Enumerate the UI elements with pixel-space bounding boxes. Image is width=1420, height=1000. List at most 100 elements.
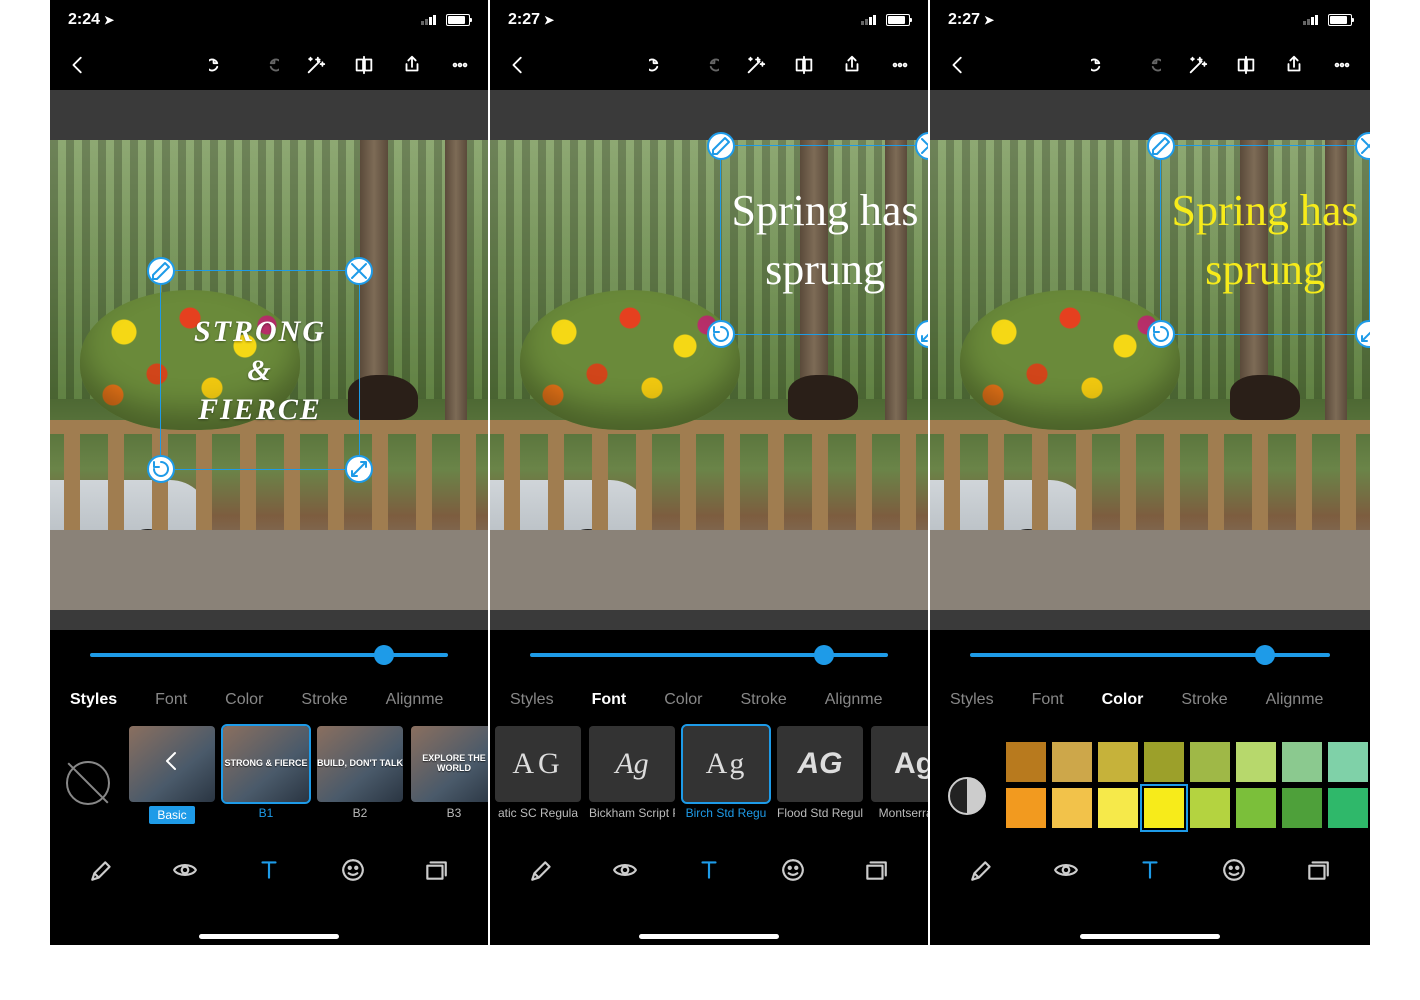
slider-thumb[interactable] — [374, 645, 394, 665]
color-swatch[interactable] — [1144, 742, 1184, 782]
tab-alignme[interactable]: Alignme — [825, 691, 883, 709]
resize-text-handle[interactable] — [915, 320, 930, 348]
rotate-text-handle[interactable] — [147, 455, 175, 483]
redo-button[interactable] — [696, 53, 720, 77]
auto-enhance-button[interactable] — [1186, 53, 1210, 77]
layers-tool-button[interactable] — [1304, 856, 1332, 884]
heal-tool-button[interactable] — [528, 856, 556, 884]
color-swatch[interactable] — [1328, 788, 1368, 828]
compare-button[interactable] — [792, 53, 816, 77]
color-picker-button[interactable] — [948, 777, 986, 815]
slider-thumb[interactable] — [1255, 645, 1275, 665]
size-slider[interactable] — [530, 653, 888, 657]
blemish-tool-button[interactable] — [1220, 856, 1248, 884]
color-swatch[interactable] — [1098, 742, 1138, 782]
back-button[interactable] — [66, 53, 90, 77]
auto-enhance-button[interactable] — [744, 53, 768, 77]
color-swatch[interactable] — [1098, 788, 1138, 828]
overlay-text[interactable]: STRONG&FIERCE — [161, 271, 359, 469]
tab-alignme[interactable]: Alignme — [1266, 691, 1324, 709]
tab-styles[interactable]: Styles — [70, 691, 117, 709]
eye-tool-button[interactable] — [1052, 856, 1080, 884]
color-swatch[interactable] — [1144, 788, 1184, 828]
color-swatch[interactable] — [1006, 742, 1046, 782]
font-option[interactable]: Ag Montserrat M — [870, 726, 928, 820]
back-button[interactable] — [946, 53, 970, 77]
undo-button[interactable] — [208, 53, 232, 77]
edit-text-handle[interactable] — [1147, 132, 1175, 160]
more-button[interactable] — [888, 53, 912, 77]
undo-button[interactable] — [648, 53, 672, 77]
back-button[interactable] — [506, 53, 530, 77]
tab-styles[interactable]: Styles — [950, 691, 994, 709]
compare-button[interactable] — [352, 53, 376, 77]
share-button[interactable] — [400, 53, 424, 77]
rotate-text-handle[interactable] — [1147, 320, 1175, 348]
font-option[interactable]: Ag Bickham Script P — [588, 726, 676, 820]
delete-text-handle[interactable] — [1355, 132, 1370, 160]
home-indicator[interactable] — [199, 934, 339, 939]
blemish-tool-button[interactable] — [339, 856, 367, 884]
font-option[interactable]: Ag Birch Std Regu — [682, 726, 770, 820]
share-button[interactable] — [840, 53, 864, 77]
color-swatch[interactable] — [1052, 788, 1092, 828]
size-slider[interactable] — [90, 653, 448, 657]
blemish-tool-button[interactable] — [779, 856, 807, 884]
style-option[interactable]: Basic — [128, 726, 216, 824]
size-slider[interactable] — [970, 653, 1330, 657]
color-swatch[interactable] — [1190, 742, 1230, 782]
slider-thumb[interactable] — [814, 645, 834, 665]
color-swatch[interactable] — [1006, 788, 1046, 828]
overlay-text[interactable]: Spring hassprung — [721, 146, 929, 334]
more-button[interactable] — [448, 53, 472, 77]
more-button[interactable] — [1330, 53, 1354, 77]
edit-text-handle[interactable] — [147, 257, 175, 285]
no-style-button[interactable] — [66, 761, 110, 805]
resize-text-handle[interactable] — [1355, 320, 1370, 348]
delete-text-handle[interactable] — [915, 132, 930, 160]
text-selection-box[interactable]: Spring hassprung — [720, 145, 930, 335]
overlay-text[interactable]: Spring hassprung — [1161, 146, 1369, 334]
color-swatch[interactable] — [1282, 788, 1322, 828]
tab-styles[interactable]: Styles — [510, 691, 554, 709]
tab-font[interactable]: Font — [155, 691, 187, 709]
tab-stroke[interactable]: Stroke — [301, 691, 347, 709]
rotate-text-handle[interactable] — [707, 320, 735, 348]
home-indicator[interactable] — [639, 934, 779, 939]
share-button[interactable] — [1282, 53, 1306, 77]
tab-font[interactable]: Font — [1032, 691, 1064, 709]
text-tool-button[interactable] — [1136, 856, 1164, 884]
text-tool-button[interactable] — [255, 856, 283, 884]
eye-tool-button[interactable] — [171, 856, 199, 884]
style-option[interactable]: EXPLORE THE WORLD B3 — [410, 726, 488, 820]
delete-text-handle[interactable] — [345, 257, 373, 285]
style-option[interactable]: BUILD, DON'T TALK B2 — [316, 726, 404, 820]
font-option[interactable]: AG Flood Std Regula — [776, 726, 864, 820]
edit-text-handle[interactable] — [707, 132, 735, 160]
undo-button[interactable] — [1090, 53, 1114, 77]
resize-text-handle[interactable] — [345, 455, 373, 483]
style-option[interactable]: STRONG & FIERCE B1 — [222, 726, 310, 820]
tab-font[interactable]: Font — [592, 691, 627, 709]
eye-tool-button[interactable] — [611, 856, 639, 884]
text-tool-button[interactable] — [695, 856, 723, 884]
tab-stroke[interactable]: Stroke — [1181, 691, 1227, 709]
color-swatch[interactable] — [1236, 742, 1276, 782]
tab-color[interactable]: Color — [1102, 691, 1144, 709]
auto-enhance-button[interactable] — [304, 53, 328, 77]
color-swatch[interactable] — [1328, 742, 1368, 782]
heal-tool-button[interactable] — [968, 856, 996, 884]
color-swatch[interactable] — [1282, 742, 1322, 782]
home-indicator[interactable] — [1080, 934, 1220, 939]
compare-button[interactable] — [1234, 53, 1258, 77]
tab-color[interactable]: Color — [225, 691, 263, 709]
text-selection-box[interactable]: Spring hassprung — [1160, 145, 1370, 335]
redo-button[interactable] — [1138, 53, 1162, 77]
tab-alignme[interactable]: Alignme — [386, 691, 444, 709]
heal-tool-button[interactable] — [88, 856, 116, 884]
color-swatch[interactable] — [1052, 742, 1092, 782]
color-swatch[interactable] — [1236, 788, 1276, 828]
tab-color[interactable]: Color — [664, 691, 702, 709]
layers-tool-button[interactable] — [422, 856, 450, 884]
text-selection-box[interactable]: STRONG&FIERCE — [160, 270, 360, 470]
